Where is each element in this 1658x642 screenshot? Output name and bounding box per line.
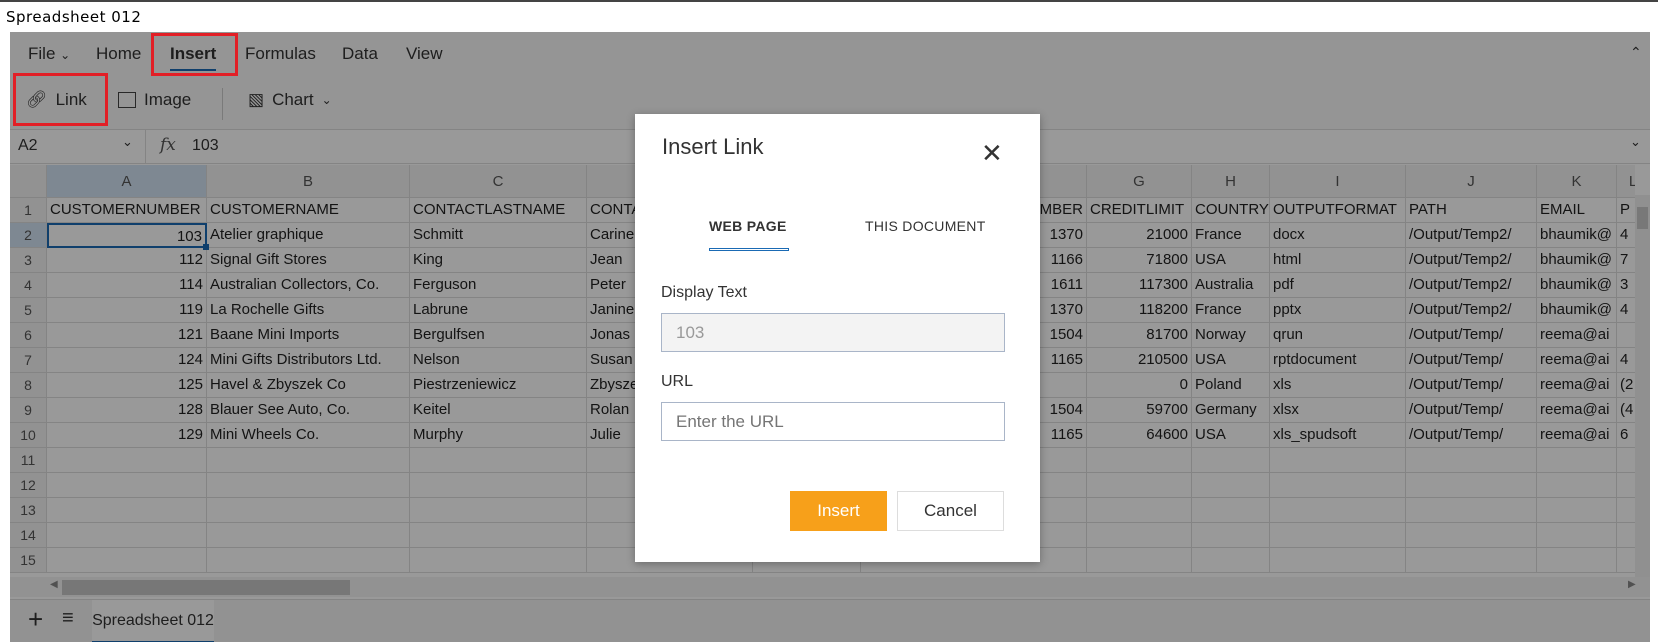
cancel-button[interactable]: Cancel: [897, 491, 1004, 531]
dialog-title: Insert Link: [662, 134, 764, 159]
url-label: URL: [661, 373, 694, 390]
tab-web-page[interactable]: WEB PAGE: [709, 218, 787, 234]
window-title: Spreadsheet 012: [0, 0, 1658, 32]
insert-button[interactable]: Insert: [790, 491, 887, 531]
highlight-link-button: [13, 73, 108, 126]
active-tab-indicator: [709, 248, 789, 251]
url-input[interactable]: [661, 402, 1005, 441]
tab-this-document[interactable]: THIS DOCUMENT: [865, 218, 986, 234]
display-text-label: Display Text: [661, 284, 747, 301]
close-icon[interactable]: ✕: [981, 140, 1003, 166]
display-text-input[interactable]: [661, 313, 1005, 352]
highlight-insert-tab: [151, 33, 238, 76]
insert-link-dialog: Insert Link ✕ WEB PAGE THIS DOCUMENT Dis…: [635, 114, 1040, 562]
